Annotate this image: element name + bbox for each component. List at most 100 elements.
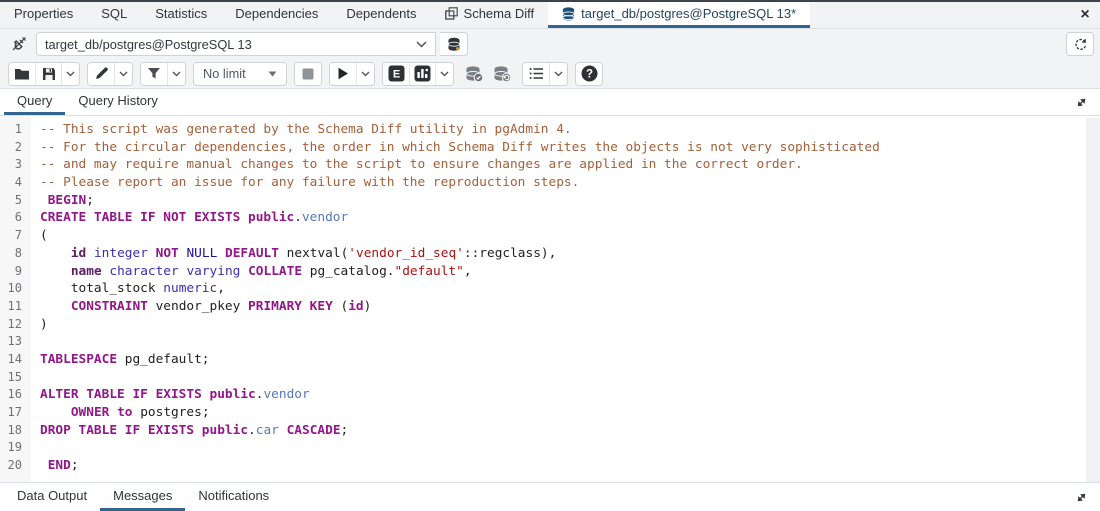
- code-token: pg_default;: [117, 352, 209, 367]
- tab-dependents[interactable]: Dependents: [332, 2, 430, 28]
- expand-results-icon[interactable]: [1066, 483, 1096, 511]
- code-line[interactable]: [31, 369, 1100, 387]
- commit-icon[interactable]: [461, 62, 487, 86]
- code-line[interactable]: ): [31, 316, 1100, 334]
- edit-options-chevron-icon[interactable]: [114, 63, 132, 85]
- tab-statistics[interactable]: Statistics: [141, 2, 221, 28]
- tab-sql[interactable]: SQL: [87, 2, 141, 28]
- code-token: integer: [94, 246, 148, 261]
- code-token: [86, 246, 94, 261]
- tab-query-history[interactable]: Query History: [65, 89, 170, 115]
- code-line[interactable]: END;: [31, 457, 1100, 475]
- tab-properties[interactable]: Properties: [0, 2, 87, 28]
- code-line[interactable]: [31, 439, 1100, 457]
- tab-label: Statistics: [155, 6, 207, 21]
- code-token: .: [294, 210, 302, 225]
- line-number: 4: [0, 174, 31, 192]
- tab-schema-diff[interactable]: Schema Diff: [431, 2, 549, 28]
- code-line[interactable]: CONSTRAINT vendor_pkey PRIMARY KEY (id): [31, 298, 1100, 316]
- code-line[interactable]: ALTER TABLE IF EXISTS public.vendor: [31, 386, 1100, 404]
- line-number: 1: [0, 121, 31, 139]
- code-token: id: [348, 299, 363, 314]
- code-token: ALTER TABLE IF EXISTS public: [40, 387, 256, 402]
- row-limit-select[interactable]: No limit: [194, 63, 286, 85]
- filter-icon[interactable]: [141, 63, 167, 85]
- code-token: ::regclass),: [464, 246, 556, 261]
- connection-status-icon[interactable]: [6, 32, 32, 56]
- execute-play-icon[interactable]: [330, 63, 356, 85]
- tab-messages[interactable]: Messages: [100, 483, 185, 511]
- code-line[interactable]: TABLESPACE pg_default;: [31, 351, 1100, 369]
- new-connection-icon[interactable]: [440, 32, 468, 56]
- code-token: CREATE TABLE IF NOT EXISTS public: [40, 210, 294, 225]
- tab-target-db-postgres-postgresql-13[interactable]: target_db/postgres@PostgreSQL 13*: [548, 2, 810, 28]
- code-token: BEGIN: [48, 193, 87, 208]
- code-token: CONSTRAINT: [71, 299, 148, 314]
- code-token: numeric: [163, 281, 217, 296]
- code-token: varying: [186, 264, 240, 279]
- macros-chevron-icon[interactable]: [549, 63, 567, 85]
- tab-label: Dependents: [346, 6, 416, 21]
- code-line[interactable]: BEGIN;: [31, 192, 1100, 210]
- tab-query[interactable]: Query: [4, 89, 65, 115]
- code-line[interactable]: [31, 333, 1100, 351]
- code-token: -- This script was generated by the Sche…: [40, 122, 572, 137]
- code-line[interactable]: -- and may require manual changes to the…: [31, 156, 1100, 174]
- expand-editor-icon[interactable]: [1066, 89, 1096, 115]
- line-number: 15: [0, 369, 31, 387]
- close-icon[interactable]: ×: [1070, 2, 1100, 28]
- code-token: [217, 246, 225, 261]
- code-token: ,: [464, 264, 472, 279]
- row-limit-value: No limit: [203, 66, 246, 81]
- tab-label: Data Output: [17, 488, 87, 503]
- code-line[interactable]: id integer NOT NULL DEFAULT nextval('ven…: [31, 245, 1100, 263]
- code-token: "default": [394, 264, 463, 279]
- code-token: NOT: [156, 246, 179, 261]
- save-file-icon[interactable]: [35, 63, 61, 85]
- help-icon[interactable]: ?: [576, 63, 602, 85]
- macros-list-icon[interactable]: [523, 63, 549, 85]
- caret-down-icon: [268, 71, 277, 77]
- tab-notifications[interactable]: Notifications: [185, 483, 282, 511]
- editor-scrollbar[interactable]: [1086, 118, 1100, 482]
- code-token: CASCADE: [287, 423, 341, 438]
- code-line[interactable]: OWNER to postgres;: [31, 404, 1100, 422]
- code-token: OWNER: [71, 405, 110, 420]
- filter-options-chevron-icon[interactable]: [167, 63, 185, 85]
- code-line[interactable]: DROP TABLE IF EXISTS public.car CASCADE;: [31, 422, 1100, 440]
- sql-editor[interactable]: 1234567891011121314151617181920 -- This …: [0, 116, 1100, 482]
- tab-dependencies[interactable]: Dependencies: [221, 2, 332, 28]
- line-number: 13: [0, 333, 31, 351]
- code-token: DEFAULT: [225, 246, 279, 261]
- code-line[interactable]: (: [31, 227, 1100, 245]
- explain-analyze-icon[interactable]: [409, 63, 435, 85]
- code-token: [40, 299, 71, 314]
- explain-options-chevron-icon[interactable]: [435, 63, 453, 85]
- code-area[interactable]: -- This script was generated by the Sche…: [31, 116, 1100, 482]
- code-token: ): [40, 317, 48, 332]
- schema-diff-icon: [445, 7, 458, 20]
- code-line[interactable]: name character varying COLLATE pg_catalo…: [31, 263, 1100, 281]
- open-file-icon[interactable]: [9, 63, 35, 85]
- code-line[interactable]: -- Please report an issue for any failur…: [31, 174, 1100, 192]
- query-toolbar: No limit E: [0, 59, 1100, 89]
- line-number: 7: [0, 227, 31, 245]
- save-options-chevron-icon[interactable]: [61, 63, 79, 85]
- reset-layout-icon[interactable]: [1066, 32, 1094, 56]
- code-line[interactable]: total_stock numeric,: [31, 280, 1100, 298]
- code-token: total_stock: [40, 281, 163, 296]
- tab-data-output[interactable]: Data Output: [4, 483, 100, 511]
- connection-selector[interactable]: target_db/postgres@PostgreSQL 13: [36, 32, 436, 56]
- stop-icon[interactable]: [295, 63, 321, 85]
- code-token: 'vendor_id_seq': [348, 246, 464, 261]
- code-line[interactable]: -- This script was generated by the Sche…: [31, 121, 1100, 139]
- execute-options-chevron-icon[interactable]: [356, 63, 374, 85]
- explain-icon[interactable]: E: [383, 63, 409, 85]
- edit-pencil-icon[interactable]: [88, 63, 114, 85]
- line-number: 3: [0, 156, 31, 174]
- code-line[interactable]: CREATE TABLE IF NOT EXISTS public.vendor: [31, 209, 1100, 227]
- code-line[interactable]: -- For the circular dependencies, the or…: [31, 139, 1100, 157]
- code-token: car: [256, 423, 279, 438]
- code-token: vendor: [263, 387, 309, 402]
- rollback-icon[interactable]: [489, 62, 515, 86]
